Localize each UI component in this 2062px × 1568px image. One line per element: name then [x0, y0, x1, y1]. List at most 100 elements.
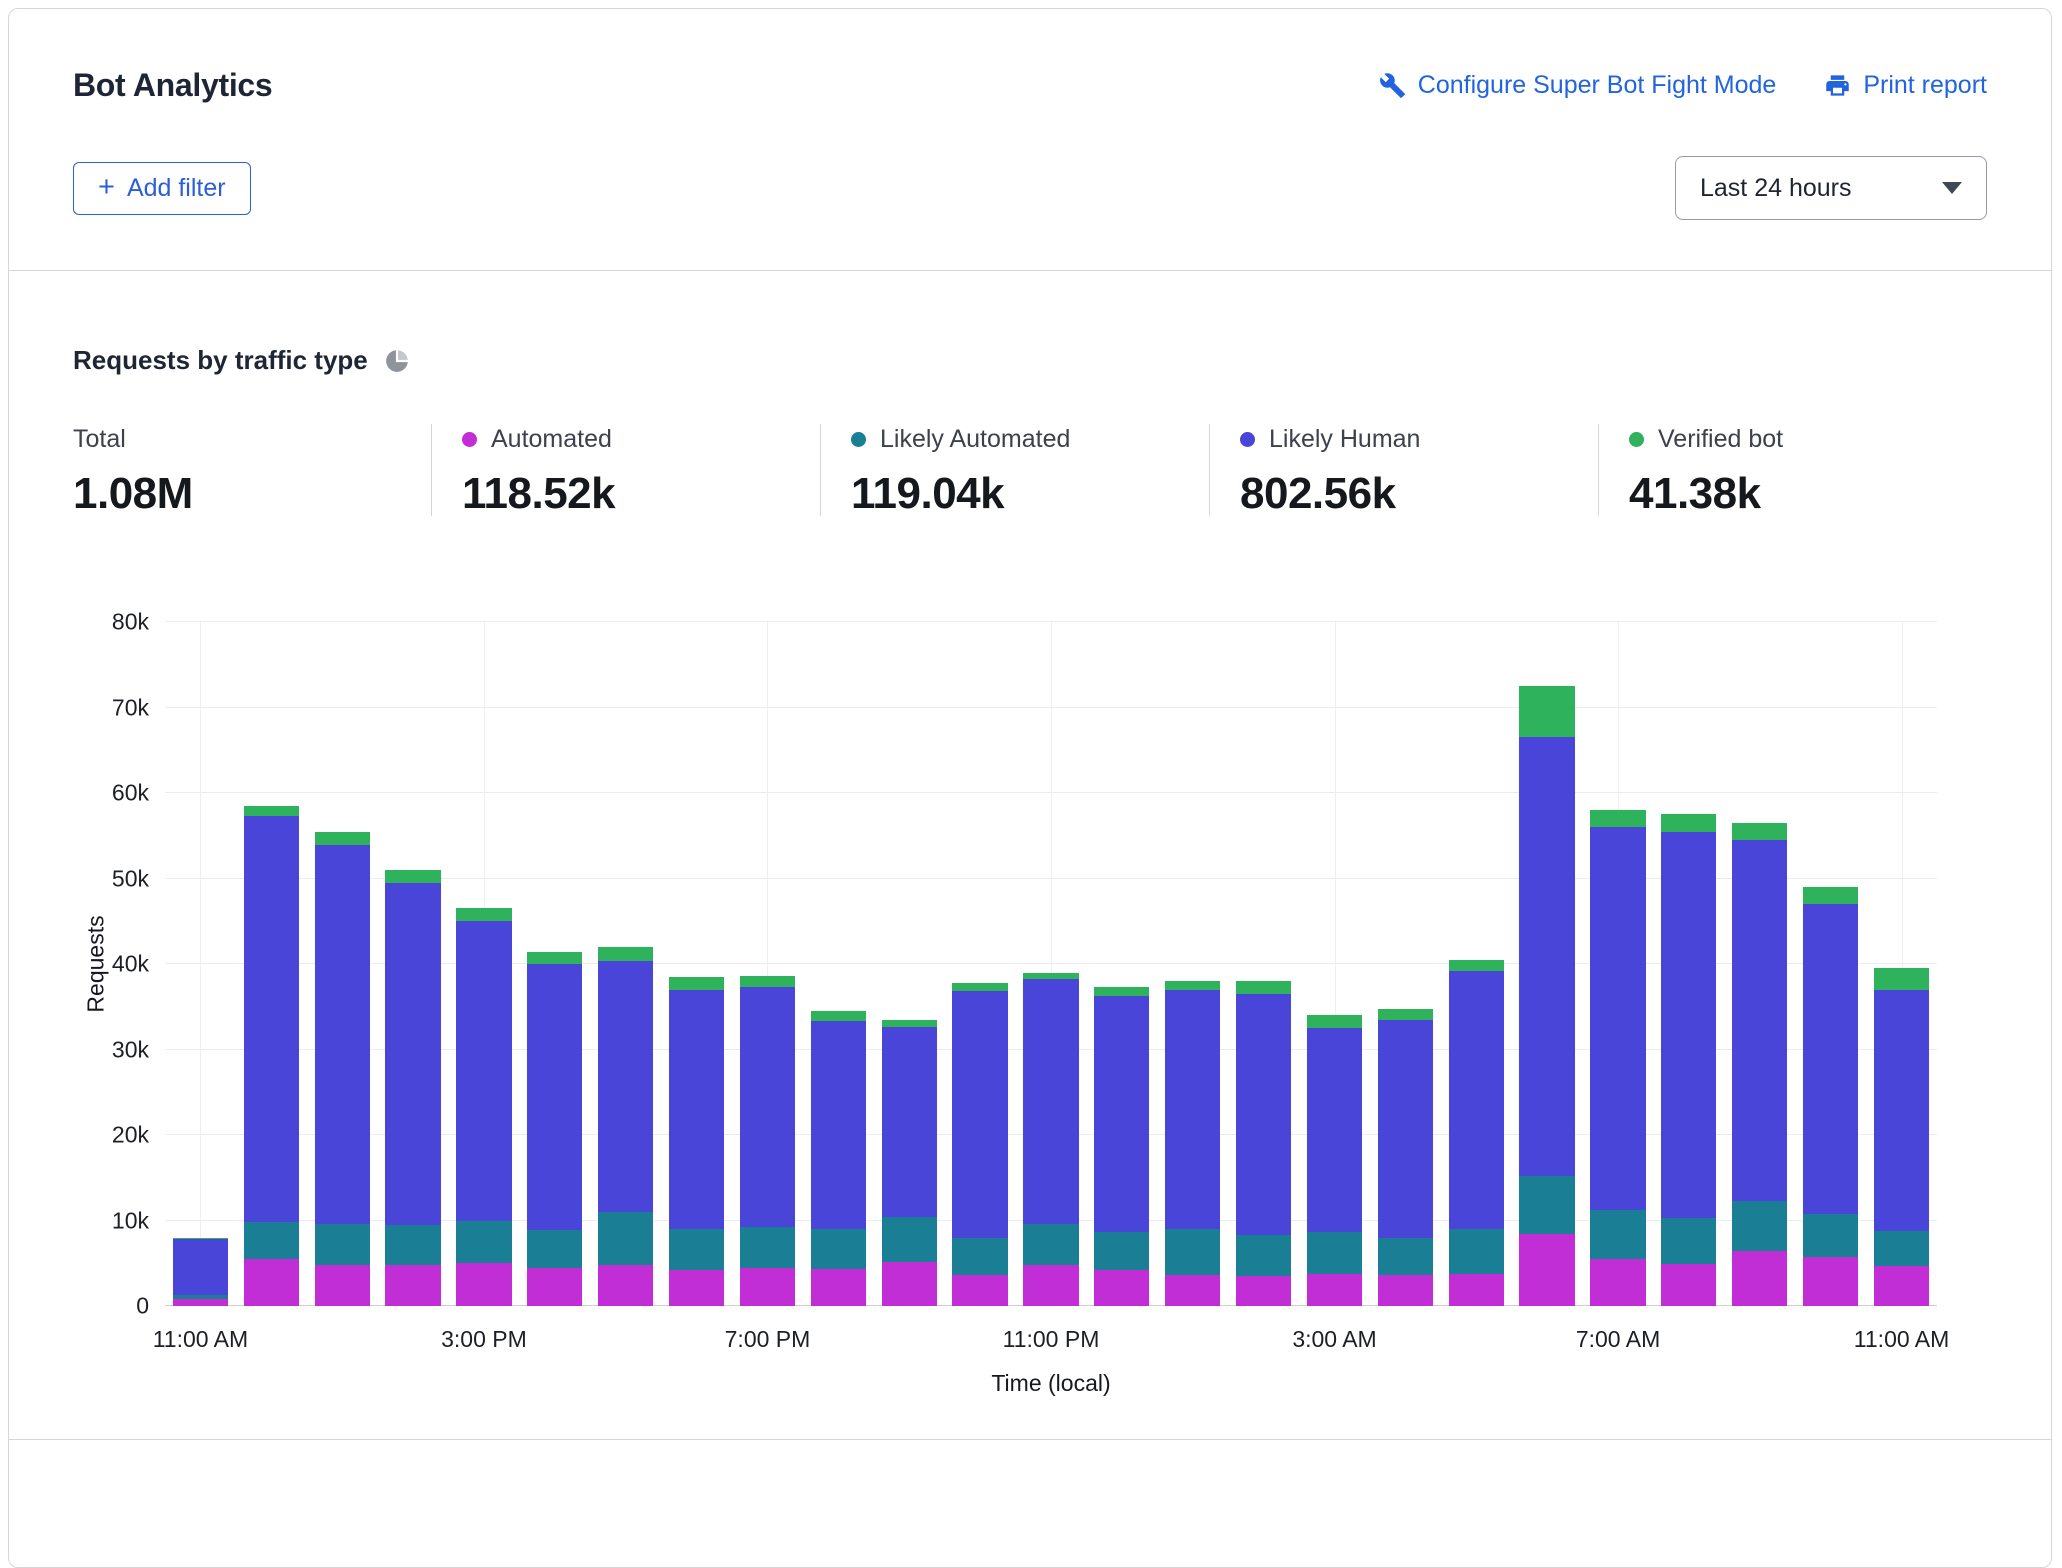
stat-verified-bot-label: Verified bot — [1658, 424, 1783, 454]
bar-segment — [1803, 1257, 1858, 1306]
chart-bar[interactable] — [307, 622, 378, 1306]
bar-segment — [740, 987, 795, 1226]
bar-segment — [1307, 1028, 1362, 1232]
stat-likely-human-value: 802.56k — [1240, 472, 1598, 516]
time-range-value: Last 24 hours — [1700, 174, 1852, 203]
y-tick-label: 80k — [112, 611, 149, 634]
x-tick-label: 7:00 AM — [1576, 1326, 1660, 1353]
stat-likely-automated[interactable]: Likely Automated 119.04k — [820, 424, 1209, 516]
chart-bar[interactable] — [1583, 622, 1654, 1306]
bar-segment — [173, 1299, 228, 1306]
stat-total[interactable]: Total 1.08M — [73, 424, 431, 516]
bar-segment — [1590, 1259, 1645, 1306]
bar-segment — [1307, 1015, 1362, 1028]
traffic-type-stats: Total 1.08M Automated 118.52k Likely Aut… — [73, 424, 1987, 516]
chart-bar[interactable] — [519, 622, 590, 1306]
bar-segment — [1378, 1275, 1433, 1306]
bar-segment — [1449, 1229, 1504, 1273]
stat-automated-value: 118.52k — [462, 472, 820, 516]
bar-segment — [598, 1265, 653, 1306]
bar-segment — [1165, 981, 1220, 990]
chart-bar[interactable] — [874, 622, 945, 1306]
stat-automated[interactable]: Automated 118.52k — [431, 424, 820, 516]
configure-super-bot-fight-mode-link[interactable]: Configure Super Bot Fight Mode — [1379, 71, 1777, 100]
stat-likely-human[interactable]: Likely Human 802.56k — [1209, 424, 1598, 516]
x-tick-label: 11:00 AM — [1854, 1326, 1949, 1353]
bar-segment — [1590, 1210, 1645, 1259]
chart-bar[interactable] — [1299, 622, 1370, 1306]
chart-bar[interactable] — [378, 622, 449, 1306]
chart-bar[interactable] — [803, 622, 874, 1306]
chart-bar[interactable] — [661, 622, 732, 1306]
chart-bar[interactable] — [236, 622, 307, 1306]
chart-bar[interactable] — [1653, 622, 1724, 1306]
header: Bot Analytics Configure Super Bot Fight … — [9, 9, 2051, 270]
chart-bar[interactable] — [1228, 622, 1299, 1306]
chart-bar[interactable] — [1512, 622, 1583, 1306]
bar-segment — [1732, 1201, 1787, 1251]
bar-segment — [811, 1269, 866, 1306]
chart-bar[interactable] — [449, 622, 520, 1306]
y-tick-label: 60k — [112, 782, 149, 805]
y-tick-label: 50k — [112, 867, 149, 890]
requests-by-traffic-type-section: Requests by traffic type Total 1.08M Aut… — [9, 270, 2051, 1440]
bar-segment — [1732, 840, 1787, 1201]
bar-segment — [952, 991, 1007, 1237]
bar-segment — [1519, 686, 1574, 737]
bar-segment — [1519, 1234, 1574, 1306]
x-tick-label: 3:00 PM — [441, 1326, 527, 1353]
bar-segment — [1519, 1176, 1574, 1234]
chart-bar[interactable] — [1795, 622, 1866, 1306]
chart-bar[interactable] — [1866, 622, 1937, 1306]
bar-segment — [173, 1239, 228, 1295]
bar-segment — [1094, 996, 1149, 1233]
bar-segment — [1236, 1235, 1291, 1276]
stat-verified-bot-value: 41.38k — [1629, 472, 1987, 516]
print-link-label: Print report — [1863, 71, 1987, 100]
bar-segment — [598, 1212, 653, 1265]
chart-bar[interactable] — [1086, 622, 1157, 1306]
time-range-select[interactable]: Last 24 hours — [1675, 156, 1987, 220]
bar-segment — [952, 983, 1007, 992]
chart-bar[interactable] — [732, 622, 803, 1306]
y-axis-title: Requests — [83, 915, 110, 1012]
y-tick-label: 20k — [112, 1124, 149, 1147]
y-tick-label: 0 — [136, 1295, 149, 1318]
bar-segment — [1236, 981, 1291, 994]
stat-verified-bot[interactable]: Verified bot 41.38k — [1598, 424, 1987, 516]
bar-segment — [527, 1230, 582, 1268]
bar-segment — [1023, 979, 1078, 1224]
bar-segment — [882, 1020, 937, 1028]
bar-segment — [1590, 810, 1645, 827]
x-tick-label: 11:00 AM — [153, 1326, 248, 1353]
plus-icon: + — [98, 173, 115, 202]
bar-segment — [952, 1238, 1007, 1276]
chart-bar[interactable] — [165, 622, 236, 1306]
chevron-down-icon — [1942, 182, 1962, 194]
bar-segment — [1449, 1274, 1504, 1306]
bar-segment — [1874, 1266, 1929, 1306]
bar-segment — [1874, 990, 1929, 1231]
bar-segment — [952, 1275, 1007, 1306]
chart-bar[interactable] — [1157, 622, 1228, 1306]
bar-segment — [1803, 904, 1858, 1214]
chart-bar[interactable] — [590, 622, 661, 1306]
bar-segment — [1449, 971, 1504, 1229]
bar-segment — [456, 921, 511, 1220]
stat-total-label: Total — [73, 424, 126, 454]
add-filter-button[interactable]: + Add filter — [73, 162, 251, 215]
bar-segment — [1094, 1270, 1149, 1306]
chart-bar[interactable] — [945, 622, 1016, 1306]
x-tick-label: 7:00 PM — [725, 1326, 811, 1353]
legend-dot-likely-automated — [851, 432, 866, 447]
bar-segment — [1236, 994, 1291, 1235]
legend-dot-automated — [462, 432, 477, 447]
bar-segment — [1449, 960, 1504, 971]
chart-bar[interactable] — [1370, 622, 1441, 1306]
chart-bar[interactable] — [1724, 622, 1795, 1306]
chart-bar[interactable] — [1016, 622, 1087, 1306]
chart-bar[interactable] — [1441, 622, 1512, 1306]
stat-likely-human-label: Likely Human — [1269, 424, 1420, 454]
bar-segment — [669, 977, 724, 990]
print-report-link[interactable]: Print report — [1824, 71, 1987, 100]
